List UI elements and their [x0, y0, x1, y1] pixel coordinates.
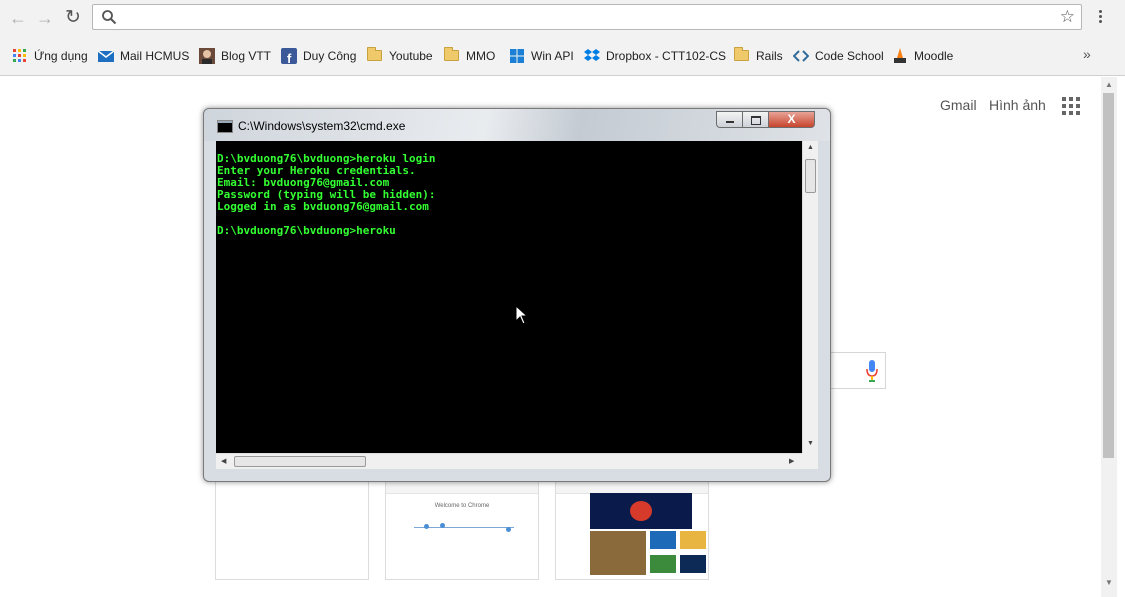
bookmark-star-icon[interactable]: ☆ — [1060, 7, 1075, 27]
bookmark-label: Win API — [531, 49, 574, 63]
cmd-titlebar[interactable]: C:\Windows\system32\cmd.exe X — [204, 109, 830, 141]
address-bar[interactable]: ☆ — [92, 4, 1082, 30]
horizontal-scroll-thumb[interactable] — [234, 456, 366, 467]
images-link[interactable]: Hình ảnh — [989, 97, 1046, 113]
apps-grid-icon — [13, 49, 26, 62]
most-visited-tile-2[interactable]: Welcome to Chrome — [385, 478, 539, 580]
menu-dots-icon[interactable] — [1093, 8, 1107, 28]
console-output-area[interactable]: D:\bvduong76\bvduong>heroku login Enter … — [216, 141, 802, 453]
tile-image — [650, 555, 676, 573]
mouse-cursor-icon — [515, 305, 529, 325]
address-input[interactable] — [123, 8, 1057, 28]
gmail-link[interactable]: Gmail — [940, 97, 977, 113]
bookmark-label: Moodle — [914, 49, 954, 63]
resize-grip-icon[interactable] — [802, 453, 818, 469]
folder-icon — [367, 47, 383, 64]
blog-avatar-icon — [199, 48, 215, 64]
back-arrow-icon[interactable]: ← — [7, 7, 29, 29]
bookmark-label: Code School — [815, 49, 884, 63]
bookmark-mail-hcmus[interactable]: Mail HCMUS — [98, 47, 189, 65]
reload-icon[interactable]: ↻ — [62, 7, 84, 29]
tile-image — [650, 531, 676, 549]
bookmark-dropbox[interactable]: Dropbox - CTT102-CS — [584, 47, 726, 65]
vertical-scroll-thumb[interactable] — [805, 159, 816, 193]
bookmark-label: MMO — [466, 49, 496, 63]
bookmark-moodle[interactable]: Moodle — [892, 47, 953, 65]
cmd-window[interactable]: C:\Windows\system32\cmd.exe X D:\bvduong… — [203, 108, 831, 482]
forward-arrow-icon[interactable]: → — [34, 7, 56, 29]
code-icon — [793, 50, 809, 62]
tile-progress-line — [414, 527, 514, 528]
bookmark-mmo[interactable]: MMO — [444, 47, 495, 65]
moodle-icon — [894, 48, 906, 63]
bookmark-win-api[interactable]: Win API — [509, 47, 574, 65]
cmd-title: C:\Windows\system32\cmd.exe — [238, 119, 406, 133]
dropbox-icon — [584, 49, 600, 61]
most-visited-tile-1[interactable] — [215, 478, 369, 580]
page-scrollbar-thumb[interactable] — [1103, 93, 1114, 458]
folder-icon — [734, 47, 750, 64]
google-apps-icon[interactable] — [1062, 97, 1080, 115]
tile-step-dot — [506, 527, 511, 532]
bookmark-apps[interactable]: Ứng dụng — [12, 47, 88, 65]
bookmark-label: Duy Công — [303, 49, 357, 63]
console-vertical-scrollbar[interactable]: ▲ ▼ — [802, 141, 818, 453]
bookmark-blog-vtt[interactable]: Blog VTT — [199, 47, 271, 65]
tile-image — [590, 531, 646, 575]
facebook-icon: f — [281, 48, 297, 64]
console-horizontal-scrollbar[interactable]: ◀ ▶ — [216, 453, 802, 469]
search-icon — [102, 10, 117, 25]
tile-title: Welcome to Chrome — [434, 503, 490, 509]
most-visited-tile-3[interactable] — [555, 478, 709, 580]
bookmark-label: Mail HCMUS — [120, 49, 190, 63]
page-scrollbar[interactable]: ▲ ▼ — [1101, 77, 1117, 597]
cmd-app-icon — [217, 120, 233, 133]
scroll-up-icon[interactable]: ▲ — [1105, 80, 1113, 89]
tile-image — [680, 531, 706, 549]
bookmark-rails[interactable]: Rails — [734, 47, 783, 65]
windows-icon — [510, 49, 524, 63]
window-controls: X — [716, 111, 815, 129]
scroll-down-icon[interactable]: ▼ — [807, 440, 814, 447]
svg-text:f: f — [287, 51, 292, 64]
scroll-down-icon[interactable]: ▼ — [1105, 578, 1113, 587]
tile-banner-image — [590, 493, 692, 529]
bookmark-label: Dropbox - CTT102-CS — [606, 49, 727, 63]
bookmark-label: Rails — [756, 49, 783, 63]
bookmarks-bar: Ứng dụng Mail HCMUS Blog VTT f Duy Công … — [0, 36, 1125, 76]
bookmark-label: Blog VTT — [221, 49, 272, 63]
close-button[interactable]: X — [769, 111, 815, 128]
scroll-up-icon[interactable]: ▲ — [807, 144, 814, 151]
folder-icon — [444, 47, 460, 64]
tile-image — [680, 555, 706, 573]
tile-step-dot — [424, 524, 429, 529]
bookmark-label: Youtube — [389, 49, 433, 63]
scroll-left-icon[interactable]: ◀ — [221, 457, 226, 465]
bookmark-label: Ứng dụng — [34, 49, 88, 63]
bookmark-code-school[interactable]: Code School — [793, 47, 884, 65]
maximize-button[interactable] — [743, 111, 769, 128]
tile-step-dot — [440, 523, 445, 528]
console-text: D:\bvduong76\bvduong>heroku login Enter … — [217, 152, 436, 237]
bookmark-duy-cong[interactable]: f Duy Công — [281, 47, 356, 65]
more-bookmarks-icon[interactable]: » — [1083, 46, 1091, 62]
microphone-icon[interactable] — [866, 360, 878, 382]
minimize-button[interactable] — [716, 111, 743, 128]
browser-toolbar: ← → ↻ ☆ — [0, 0, 1125, 36]
mail-icon — [98, 50, 114, 62]
scroll-right-icon[interactable]: ▶ — [789, 457, 794, 465]
bookmark-youtube[interactable]: Youtube — [367, 47, 433, 65]
